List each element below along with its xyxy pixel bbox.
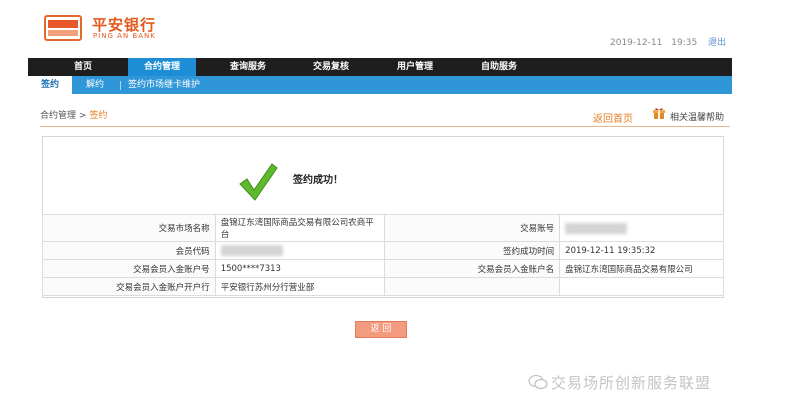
nav-item-user-management[interactable]: 用户管理 (380, 58, 450, 76)
empty-cell (384, 277, 561, 296)
nav-item-query-service[interactable]: 查询服务 (213, 58, 283, 76)
breadcrumb-current: 签约 (89, 111, 108, 121)
deposit-name-label: 交易会员入金账户名 (384, 259, 561, 278)
member-code-value (214, 241, 386, 260)
bank-name-en: PING AN BANK (93, 32, 156, 40)
success-check-icon (239, 163, 278, 201)
sign-time-label: 签约成功时间 (384, 241, 561, 260)
deposit-name-value: 盘锦辽东湾国际商品交易有限公司 (559, 259, 724, 278)
deposit-bank-value: 平安银行苏州分行营业部 (214, 277, 386, 296)
success-message: 签约成功！ (293, 175, 343, 186)
table-row: 交易会员入金账户号 1500****7313 交易会员入金账户名 盘锦辽东湾国际… (42, 259, 724, 278)
subnav-item-sign[interactable]: 签约 (28, 76, 72, 94)
deposit-account-label: 交易会员入金账户号 (42, 259, 216, 278)
nav-item-contract-management[interactable]: 合约管理 (128, 58, 196, 76)
breadcrumb: 合约管理 > 签约 (40, 108, 107, 121)
subnav-item-market-card-maintenance[interactable]: 签约市场继卡维护 (128, 76, 200, 94)
header-divider (40, 126, 730, 127)
breadcrumb-parent[interactable]: 合约管理 (40, 111, 76, 121)
return-button[interactable]: 返 回 (355, 321, 407, 338)
subnav-divider (120, 81, 121, 90)
current-date: 2019-12-11 19:35 (610, 38, 698, 48)
main-nav: 首页 合约管理 查询服务 交易复核 用户管理 自助服务 (28, 58, 732, 76)
nav-item-home[interactable]: 首页 (48, 58, 118, 76)
empty-cell (559, 277, 724, 296)
deposit-bank-label: 交易会员入金账户开户行 (42, 277, 216, 296)
table-row: 交易会员入金账户开户行 平安银行苏州分行营业部 (42, 277, 724, 296)
help-link[interactable]: 相关温馨帮助 (670, 110, 724, 123)
watermark-text: 交易场所创新服务联盟 (551, 374, 712, 392)
breadcrumb-separator: > (78, 111, 87, 121)
nav-item-self-service[interactable]: 自助服务 (464, 58, 534, 76)
gift-help-icon (653, 108, 665, 119)
nav-item-transaction-review[interactable]: 交易复核 (296, 58, 366, 76)
trade-account-label: 交易账号 (384, 214, 561, 242)
deposit-account-value: 1500****7313 (214, 259, 386, 278)
redacted-value (565, 222, 628, 234)
sub-nav: 签约 解约 签约市场继卡维护 (28, 76, 732, 94)
redacted-value (220, 245, 283, 256)
bank-logo-icon (44, 15, 82, 41)
contract-details-table: 交易市场名称 盘锦辽东湾国际商品交易有限公司农商平台 交易账号 会员代码 签约成… (42, 214, 724, 296)
table-row: 会员代码 签约成功时间 2019-12-11 19:35:32 (42, 241, 724, 260)
logout-link[interactable]: 退出 (708, 35, 726, 48)
subnav-item-cancel[interactable]: 解约 (86, 76, 104, 94)
top-header: 平安银行 PING AN BANK 2019-12-11 19:35 退出 (0, 0, 800, 55)
trade-account-value (559, 214, 724, 242)
return-home-link[interactable]: 返回首页 (593, 110, 633, 125)
market-name-label: 交易市场名称 (42, 214, 216, 242)
wechat-icon (528, 374, 548, 390)
table-row: 交易市场名称 盘锦辽东湾国际商品交易有限公司农商平台 交易账号 (42, 214, 724, 242)
member-code-label: 会员代码 (42, 241, 216, 260)
sign-time-value: 2019-12-11 19:35:32 (559, 241, 724, 260)
market-name-value: 盘锦辽东湾国际商品交易有限公司农商平台 (214, 214, 386, 242)
